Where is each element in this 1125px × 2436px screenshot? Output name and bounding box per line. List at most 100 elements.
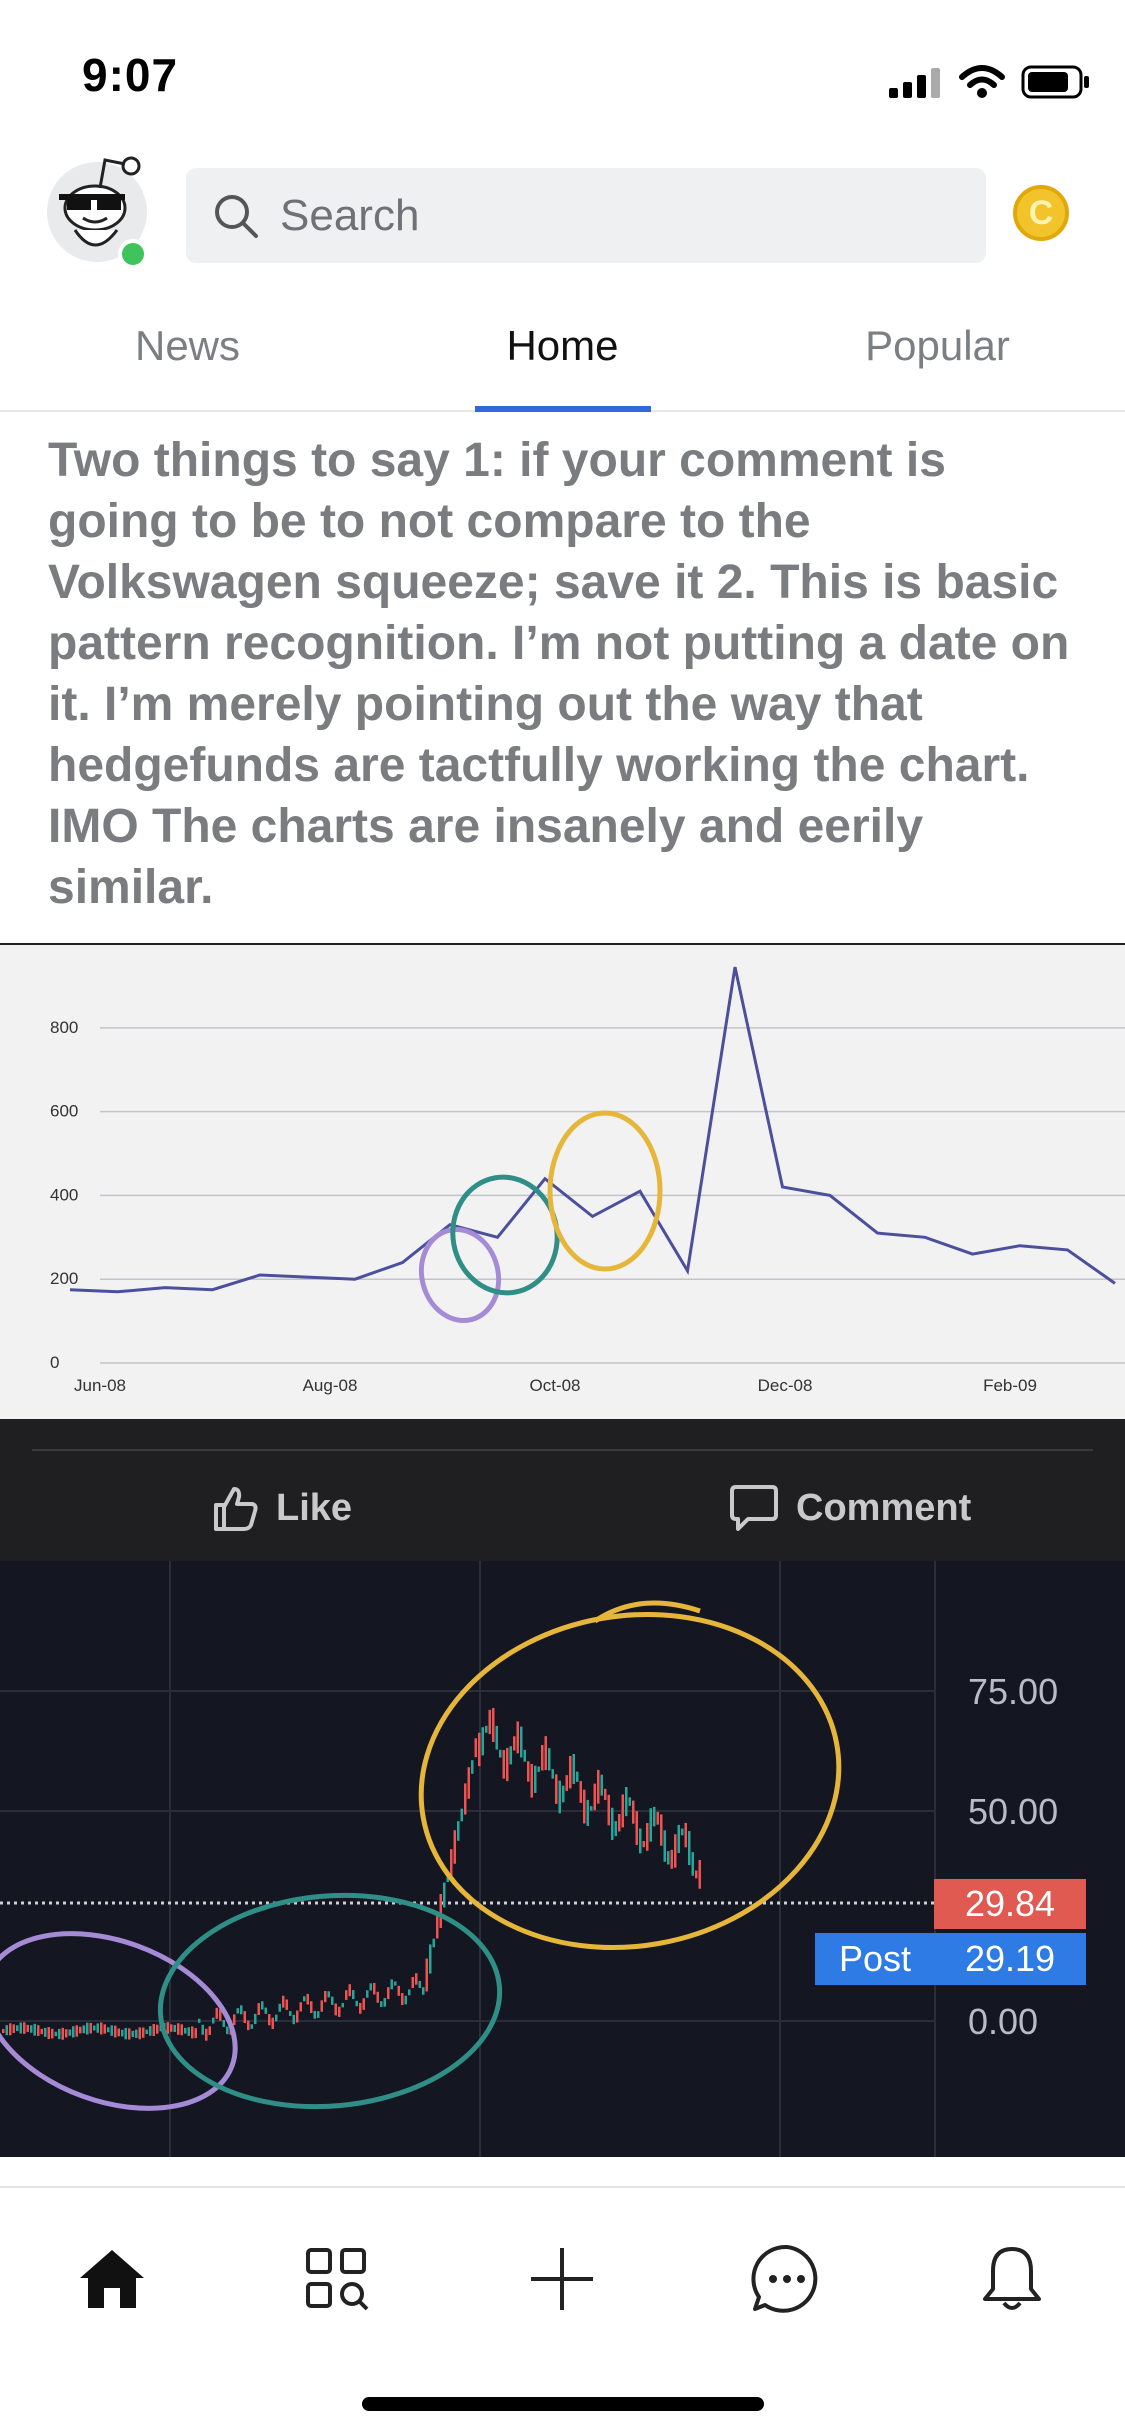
candle: [642, 1841, 645, 1848]
candle: [128, 2028, 131, 2040]
candle: [145, 2029, 148, 2034]
candle: [478, 1732, 481, 1767]
candle: [548, 1748, 551, 1771]
nav-notifications[interactable]: [967, 2234, 1057, 2324]
candle: [261, 2001, 264, 2010]
x-tick-label: Oct-08: [529, 1376, 580, 1395]
candle: [674, 1834, 677, 1868]
candle: [54, 2031, 57, 2037]
candle: [352, 1990, 355, 2000]
y-tick-label: 600: [50, 1102, 78, 1121]
price-axis-label: 75.00: [968, 1671, 1059, 1712]
candle: [317, 2011, 320, 2018]
candle: [93, 2025, 96, 2031]
candle: [359, 2002, 362, 2014]
candle: [432, 1938, 435, 1948]
candle: [460, 1808, 463, 1822]
candle: [243, 2011, 246, 2024]
candle: [135, 2029, 138, 2038]
candle: [390, 1979, 393, 1990]
candle: [257, 2003, 260, 2015]
candle: [247, 2020, 250, 2031]
candle: [23, 2022, 26, 2034]
nav-discover[interactable]: [292, 2234, 382, 2324]
candle: [681, 1828, 684, 1836]
chat-icon: [751, 2244, 818, 2313]
annotation-circle-yellow: [418, 1611, 842, 1951]
candle: [593, 1783, 596, 1811]
post-body: Two things to say 1: if your comment is …: [48, 434, 1070, 914]
candle: [520, 1726, 523, 1758]
candle: [138, 2027, 141, 2040]
nav-chat[interactable]: [742, 2234, 832, 2324]
candle: [422, 1987, 425, 1995]
candle: [649, 1808, 652, 1842]
post-action-bar: Like Comment: [0, 1419, 1125, 1561]
status-icons: [889, 58, 1091, 106]
tab-news[interactable]: News: [0, 300, 375, 410]
candle: [40, 2028, 43, 2035]
comment-button[interactable]: Comment: [728, 1483, 971, 1533]
candle: [513, 1736, 516, 1751]
nav-home[interactable]: [67, 2234, 157, 2324]
tab-popular[interactable]: Popular: [750, 300, 1125, 410]
candle: [586, 1799, 589, 1826]
candle: [401, 1993, 404, 2006]
candle: [646, 1823, 649, 1851]
candle: [222, 2019, 225, 2027]
candle: [180, 2024, 183, 2036]
candle: [191, 2026, 194, 2039]
candle: [537, 1766, 540, 1772]
candle: [306, 1993, 309, 2005]
candle: [156, 2024, 159, 2034]
candle: [121, 2029, 124, 2037]
candle: [492, 1707, 495, 1742]
candle: [212, 2017, 215, 2024]
candle: [331, 1996, 334, 2005]
chart-grid: [0, 1561, 936, 2157]
coins-icon[interactable]: C: [1013, 185, 1069, 241]
y-tick-label: 200: [50, 1269, 78, 1288]
candle: [635, 1811, 638, 1846]
candle: [387, 1987, 390, 2000]
candle: [516, 1721, 519, 1754]
candle: [275, 2014, 278, 2022]
candle: [614, 1821, 617, 1837]
candle: [152, 2024, 155, 2037]
search-input[interactable]: Search: [186, 168, 986, 263]
candle: [499, 1749, 502, 1758]
candle: [173, 2024, 176, 2033]
candle: [61, 2027, 64, 2040]
candle: [310, 2001, 313, 2014]
candle: [677, 1824, 680, 1854]
candle: [429, 1944, 432, 1974]
candle: [33, 2023, 36, 2036]
line-chart-image[interactable]: 0 200 400 600 800 Jun-08 Aug-08 Oct-08 Dec-08 Feb…: [0, 943, 1125, 1421]
candle: [299, 2002, 302, 2012]
x-tick-label: Jun-08: [74, 1376, 126, 1395]
like-button[interactable]: Like: [210, 1483, 352, 1533]
candle: [96, 2023, 99, 2033]
candle: [75, 2025, 78, 2037]
avatar[interactable]: [45, 150, 155, 270]
candle: [481, 1727, 484, 1756]
candle: [688, 1831, 691, 1866]
candle: [289, 2011, 292, 2016]
candle: [502, 1750, 505, 1779]
candle: [628, 1797, 631, 1806]
tab-home[interactable]: Home: [375, 300, 750, 412]
nav-create-post[interactable]: [517, 2234, 607, 2324]
candle: [345, 1990, 348, 2000]
search-placeholder: Search: [280, 190, 420, 240]
candle: [341, 2003, 344, 2008]
candlestick-chart-image[interactable]: 75.00 50.00 0.00 29.84 Post 29.19: [0, 1561, 1125, 2157]
candle: [250, 2024, 253, 2029]
post-market-price: 29.19: [934, 1933, 1086, 1985]
candle: [485, 1725, 488, 1733]
candle: [611, 1807, 614, 1840]
candle: [268, 2014, 271, 2026]
candle: [544, 1736, 547, 1771]
annotation-circle-yellow: [547, 1110, 663, 1272]
candle: [555, 1774, 558, 1804]
signal-icon: [889, 68, 940, 98]
